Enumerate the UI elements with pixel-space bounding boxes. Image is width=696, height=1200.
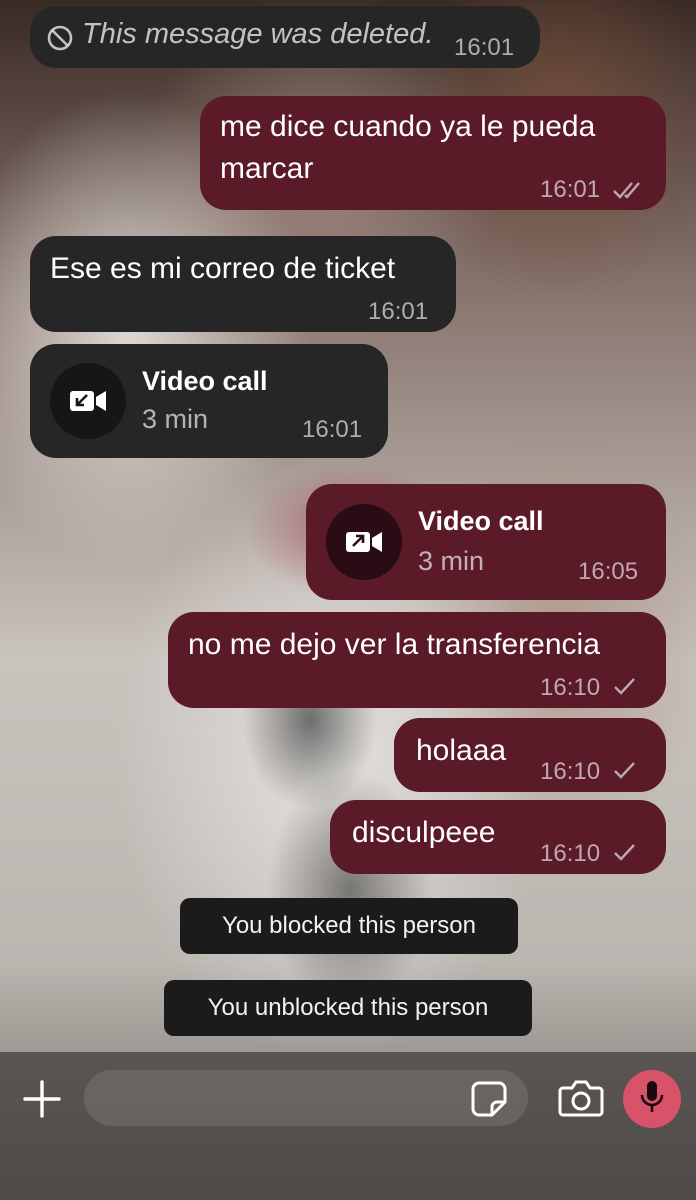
message-text: no me dejo ver la transferencia bbox=[188, 628, 600, 661]
message-text: Ese es mi correo de ticket bbox=[50, 252, 396, 285]
check-icon bbox=[612, 842, 638, 862]
deleted-icon bbox=[46, 24, 74, 60]
outgoing-message-bubble[interactable]: disculpeee 16:10 bbox=[330, 800, 666, 874]
deleted-message-bubble[interactable]: This message was deleted. 16:01 bbox=[30, 6, 540, 68]
outgoing-message-bubble[interactable]: no me dejo ver la transferencia 16:10 bbox=[168, 612, 666, 708]
call-duration: 3 min bbox=[142, 404, 209, 434]
message-time: 16:01 bbox=[368, 298, 429, 325]
plus-icon[interactable] bbox=[22, 1079, 62, 1119]
outgoing-video-call-icon bbox=[326, 504, 402, 580]
check-icon bbox=[612, 676, 638, 696]
incoming-video-call-icon bbox=[50, 363, 126, 439]
message-time: 16:05 bbox=[578, 558, 639, 585]
message-time: 16:01 bbox=[302, 416, 363, 443]
message-text-line-1: me dice cuando ya le pueda bbox=[220, 110, 596, 143]
outgoing-video-call-bubble[interactable]: Video call 3 min 16:05 bbox=[306, 484, 666, 600]
message-input[interactable] bbox=[84, 1070, 528, 1126]
message-time: 16:01 bbox=[454, 34, 515, 61]
call-duration: 3 min bbox=[418, 546, 485, 576]
message-time: 16:01 bbox=[540, 176, 601, 203]
sticker-icon[interactable] bbox=[470, 1080, 508, 1118]
message-text: holaaa bbox=[416, 734, 507, 767]
message-time: 16:10 bbox=[540, 840, 601, 867]
double-check-icon bbox=[612, 180, 646, 200]
message-text-line-2: marcar bbox=[220, 152, 314, 185]
deleted-message-text: This message was deleted. bbox=[82, 18, 434, 50]
microphone-icon bbox=[639, 1079, 665, 1120]
outgoing-message-bubble[interactable]: holaaa 16:10 bbox=[394, 718, 666, 792]
call-title: Video call bbox=[418, 506, 544, 536]
message-time: 16:10 bbox=[540, 674, 601, 701]
message-text: disculpeee bbox=[352, 816, 496, 849]
incoming-message-bubble[interactable]: Ese es mi correo de ticket 16:01 bbox=[30, 236, 456, 332]
call-title: Video call bbox=[142, 366, 268, 396]
outgoing-message-bubble[interactable]: me dice cuando ya le pueda marcar 16:01 bbox=[200, 96, 666, 210]
microphone-button[interactable] bbox=[623, 1070, 681, 1128]
incoming-video-call-bubble[interactable]: Video call 3 min 16:01 bbox=[30, 344, 388, 458]
system-notice-unblocked: You unblocked this person bbox=[164, 980, 532, 1036]
message-time: 16:10 bbox=[540, 758, 601, 785]
system-notice-blocked: You blocked this person bbox=[180, 898, 518, 954]
notice-text: You blocked this person bbox=[222, 912, 476, 939]
check-icon bbox=[612, 760, 638, 780]
camera-icon[interactable] bbox=[558, 1078, 604, 1118]
notice-text: You unblocked this person bbox=[207, 994, 489, 1021]
